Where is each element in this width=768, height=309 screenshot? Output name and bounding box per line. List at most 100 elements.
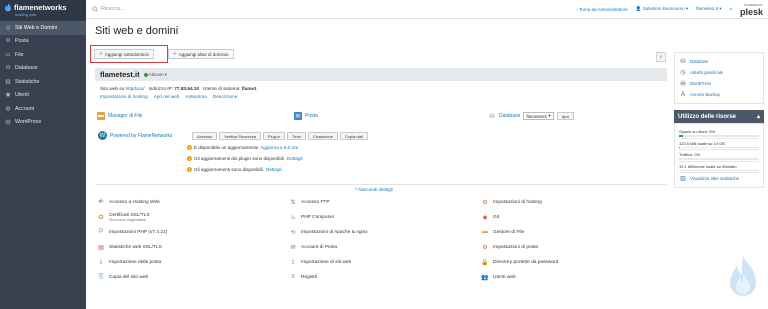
- usage-row: 19.1 MB/mese usate su illimitato: [679, 162, 759, 173]
- tool-mail-settings[interactable]: ⚙ Impostazioni di posta: [481, 243, 538, 251]
- preview-link[interactable]: Anteprima: [185, 94, 206, 99]
- wordpress-header: W Powered by FlameNetworks: [98, 131, 173, 140]
- tool-label: Statistiche web SSL/TLS: [109, 244, 162, 250]
- tool-label: Utenti web: [493, 274, 516, 280]
- back-to-admin-label: Torna ad Amministratore: [578, 6, 628, 12]
- tool-web-users[interactable]: 👥 Utenti web: [481, 273, 516, 281]
- update-now-link[interactable]: Aggiorna a 6.0 ora: [260, 145, 298, 150]
- domain-links: Impostazioni di hosting Apri nel web Ant…: [100, 94, 667, 99]
- tool-php-composer[interactable]: ♨ PHP Composer: [289, 213, 334, 221]
- theme-details-link[interactable]: Dettagli: [266, 167, 282, 172]
- chart-icon: ▥: [5, 78, 11, 85]
- wp-copy-data-button[interactable]: Copia dati: [339, 132, 368, 140]
- ip-value: 77.83.64.10: [174, 86, 200, 91]
- usage-row: 123.5 MB usate su 10 GB: [679, 139, 759, 150]
- sidebar-item-account[interactable]: ◍ Account: [0, 102, 86, 116]
- file-manager-shortcut[interactable]: ▬ Manager di File: [97, 112, 142, 120]
- sidebar-item-utenti[interactable]: ◉ Utenti: [0, 89, 86, 103]
- plugin-details-link[interactable]: Dettagli: [287, 156, 303, 161]
- tool-label: Directory protette da password: [493, 259, 559, 265]
- database-label[interactable]: Database: [499, 113, 520, 119]
- certificate-icon: ✪: [98, 215, 104, 221]
- plesk-logo: POWERED BY plesk: [740, 2, 763, 17]
- usage-bar: [679, 146, 759, 148]
- quick-link-database[interactable]: ⛁ Database: [679, 56, 759, 67]
- sysuser-label: Utente di sistema:: [203, 86, 241, 91]
- sidebar-item-database[interactable]: ⛁ Database: [0, 62, 86, 76]
- quick-link-label: Database: [690, 59, 709, 64]
- search-domains-button[interactable]: ⌕: [656, 52, 666, 62]
- sidebar-item-file[interactable]: ▭ File: [0, 48, 86, 62]
- quick-link-acronis[interactable]: A Acronis Backup: [679, 89, 759, 100]
- tool-php[interactable]: P Impostazioni PHP (v7.4.21): [97, 228, 167, 236]
- tool-ftp[interactable]: ⇅ Accesso FTP: [289, 198, 329, 206]
- sidebar-item-label: Posta: [15, 38, 29, 45]
- add-subdomain-button[interactable]: ✛ Aggiungi sottodominio: [94, 49, 155, 59]
- quick-link-wordpress[interactable]: Ⓦ WordPress: [679, 78, 759, 89]
- sidebar-item-statistiche[interactable]: ▥ Statistiche: [0, 75, 86, 89]
- search-input[interactable]: Ricerca...: [101, 6, 124, 12]
- add-alias-label: Aggiungi alias di dominio: [178, 51, 229, 57]
- wp-clone-button[interactable]: Clonazione: [307, 132, 338, 140]
- sidebar-item-wordpress[interactable]: Ⓦ WordPress: [0, 116, 86, 130]
- tool-web-stats[interactable]: ▤ Statistiche web SSL/TLS: [97, 243, 162, 251]
- usage-text: Spazio su disco: 5%: [679, 129, 716, 134]
- add-alias-button[interactable]: ✛ Aggiungi alias di dominio: [168, 49, 234, 59]
- tool-git[interactable]: ◆ Git: [481, 213, 499, 221]
- tool-file-manager[interactable]: ▬ Gestore di File: [481, 228, 524, 236]
- description-link[interactable]: Descrizione: [213, 94, 238, 99]
- tool-label: Impostazioni PHP (v7.4.21): [109, 229, 168, 235]
- sidebar-item-label: Statistiche: [15, 78, 40, 85]
- search-box[interactable]: Ricerca...: [92, 6, 312, 12]
- database-select[interactable]: flametest1 ▾: [523, 112, 554, 120]
- git-icon: ◆: [482, 214, 488, 221]
- wp-access-button[interactable]: Accesso: [192, 132, 218, 140]
- tool-mail-account[interactable]: ✉ Account di Posta: [289, 243, 337, 251]
- wordpress-powered-link[interactable]: Powered by FlameNetworks: [110, 133, 173, 139]
- domain-card: flametest.it Attivato ▾ Sito web su http…: [95, 68, 667, 301]
- tool-certificate[interactable]: ✪ Certificati SSL/TLS Sicurezza migliorabi…: [97, 213, 149, 222]
- sidebar-item-siti-web-e-domini[interactable]: ◎ Siti Web e Domini: [0, 21, 86, 35]
- search-icon: [92, 6, 98, 12]
- subscription-menu[interactable]: flametest.it ▾: [696, 6, 721, 12]
- quick-link-schedule[interactable]: ◷ Attività pianificate: [679, 67, 759, 78]
- user-icon: 👤: [635, 6, 642, 11]
- folder-icon: ▭: [5, 51, 11, 58]
- quick-links: ⛁ Database ◷ Attività pianificate Ⓦ WordPress…: [674, 52, 764, 104]
- tool-protected-dir[interactable]: 🔒 Directory protette da password: [481, 258, 558, 266]
- hosting-settings-link[interactable]: Impostazioni di hosting: [100, 94, 148, 99]
- hide-details-link[interactable]: ^ Nascondi dettagli: [355, 187, 393, 192]
- database-icon: ⛁: [680, 59, 686, 65]
- usage-bar-fill: [679, 135, 683, 137]
- tool-apache-nginx[interactable]: ⟲ Impostazioni di Apache & nginx: [289, 228, 367, 236]
- tool-hosting-access[interactable]: ⎆ Accesso a Hosting Web: [97, 198, 160, 206]
- sidebar-item-label: Database: [15, 65, 38, 72]
- user-menu[interactable]: 👤 Salvatore Buonuomo ▾: [636, 6, 688, 12]
- tool-logs[interactable]: ≡ Registri: [289, 273, 317, 281]
- sidebar-item-posta[interactable]: ✉ Posta: [0, 35, 86, 49]
- tool-hosting-settings[interactable]: ⚙ Impostazioni di hosting: [481, 198, 542, 206]
- mail-account-icon: ✉: [290, 244, 296, 251]
- tool-site-import[interactable]: ⇪ Importazione di siti web: [289, 258, 351, 266]
- brand-logo[interactable]: flamenetworks hosting web: [0, 0, 86, 21]
- open-in-web-link[interactable]: Apri nel web: [154, 94, 180, 99]
- open-database-button[interactable]: Apri: [556, 112, 574, 120]
- update-notice-text: È disponibile un aggiornamento: [194, 145, 259, 150]
- back-to-admin-link[interactable]: ‹ Torna ad Amministratore: [576, 7, 627, 12]
- resource-usage-header[interactable]: Utilizzo delle risorse ▴: [674, 110, 764, 123]
- tool-site-copy[interactable]: ⎘ Copia del sito web: [97, 273, 149, 281]
- wp-themes-button[interactable]: Temi: [287, 132, 306, 140]
- status-badge[interactable]: Attivato ▾: [143, 72, 167, 78]
- sidebar-item-label: File: [15, 51, 24, 58]
- user-name: Salvatore Buonuomo: [642, 6, 685, 11]
- httpdocs-link[interactable]: httpdocs/: [126, 86, 145, 91]
- wp-security-button[interactable]: Verifica Sicurezza: [219, 132, 261, 140]
- sidebar-item-label: Account: [15, 105, 35, 112]
- help-button[interactable]: ?: [729, 7, 732, 12]
- wp-plugins-button[interactable]: Plug-in: [262, 132, 286, 140]
- mail-shortcut[interactable]: ✉ Posta: [294, 112, 318, 120]
- domain-name[interactable]: flametest.it: [100, 70, 140, 79]
- tool-mail-import[interactable]: ⇩ Importazione della posta: [97, 258, 161, 266]
- view-stats-link[interactable]: ▥ Visualizza altre statistiche: [679, 173, 759, 184]
- right-panel: ⛁ Database ◷ Attività pianificate Ⓦ WordPress…: [674, 52, 764, 188]
